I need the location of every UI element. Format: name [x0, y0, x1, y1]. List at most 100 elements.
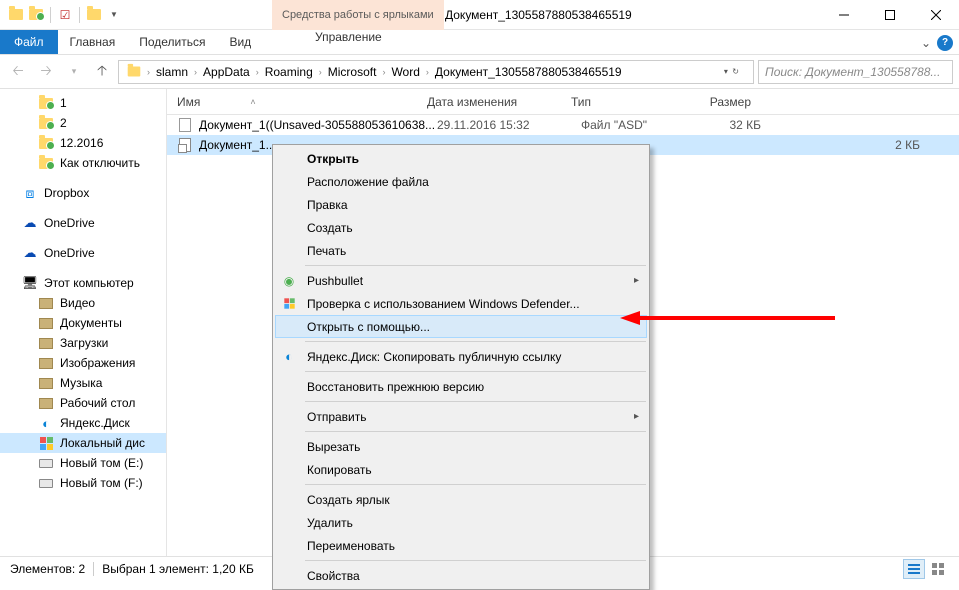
window-title: Документ_1305587880538465519 [445, 0, 632, 30]
sidebar-item[interactable]: 2 [0, 113, 166, 133]
sidebar-item-yadisk[interactable]: ◐Яндекс.Диск [0, 413, 166, 433]
menu-label: Переименовать [307, 539, 395, 553]
breadcrumb-segment[interactable]: Word [387, 65, 423, 79]
submenu-arrow-icon: ▸ [634, 411, 639, 422]
menu-item-delete[interactable]: Удалить [275, 511, 647, 534]
sidebar-label: Яндекс.Диск [60, 416, 130, 430]
menu-item-pushbullet[interactable]: ◉Pushbullet▸ [275, 269, 647, 292]
menu-label: Расположение файла [307, 175, 429, 189]
column-name[interactable]: Имя˄ [177, 95, 427, 109]
menu-item-yadisk[interactable]: ◐ Яндекс.Диск: Скопировать публичную ссыл… [275, 345, 647, 368]
sidebar-item-local-disk[interactable]: Локальный дис [0, 433, 166, 453]
breadcrumb-segment[interactable]: Документ_1305587880538465519 [431, 65, 626, 79]
back-button[interactable]: 🡠 [6, 60, 30, 84]
menu-item-copy[interactable]: Копировать [275, 458, 647, 481]
menu-label: Открыть с помощью... [307, 320, 430, 334]
tab-view[interactable]: Вид [217, 30, 263, 54]
menu-item-open[interactable]: Открыть [275, 147, 647, 170]
refresh-icon[interactable]: ▾ ↻ [718, 67, 745, 76]
sidebar-item[interactable]: 1 [0, 93, 166, 113]
maximize-button[interactable] [867, 0, 913, 30]
search-input[interactable]: Поиск: Документ_130558788... [758, 60, 953, 84]
chevron-right-icon[interactable]: › [145, 67, 152, 77]
breadcrumb-segment[interactable]: slamn [152, 65, 192, 79]
sidebar-label: OneDrive [44, 216, 95, 230]
sidebar-label: Загрузки [60, 336, 108, 350]
help-icon[interactable]: ? [937, 35, 953, 51]
breadcrumb-segment[interactable]: Roaming [261, 65, 317, 79]
library-icon [38, 335, 54, 351]
minimize-button[interactable] [821, 0, 867, 30]
up-button[interactable]: 🡡 [90, 60, 114, 84]
tab-share[interactable]: Поделиться [127, 30, 217, 54]
windows-icon [38, 435, 54, 451]
menu-item-print[interactable]: Печать [275, 239, 647, 262]
menu-item-send-to[interactable]: Отправить▸ [275, 405, 647, 428]
menu-label: Открыть [307, 152, 359, 166]
menu-label: Яндекс.Диск: Скопировать публичную ссылк… [307, 350, 561, 364]
menu-label: Вырезать [307, 440, 360, 454]
large-icons-view-button[interactable] [927, 559, 949, 579]
sidebar-item[interactable]: Музыка [0, 373, 166, 393]
chevron-right-icon[interactable]: › [317, 67, 324, 77]
sidebar-item[interactable]: Как отключить [0, 153, 166, 173]
chevron-right-icon[interactable]: › [380, 67, 387, 77]
column-date[interactable]: Дата изменения [427, 95, 571, 109]
root-icon[interactable] [123, 66, 145, 77]
menu-item-properties[interactable]: Свойства [275, 564, 647, 587]
breadcrumb-segment[interactable]: AppData [199, 65, 254, 79]
menu-item-rename[interactable]: Переименовать [275, 534, 647, 557]
menu-label: Печать [307, 244, 346, 258]
close-button[interactable] [913, 0, 959, 30]
sidebar-item-drive[interactable]: Новый том (E:) [0, 453, 166, 473]
forward-button[interactable]: 🡢 [34, 60, 58, 84]
file-icon [177, 117, 193, 133]
column-type[interactable]: Тип [571, 95, 681, 109]
sidebar-item-thispc[interactable]: 🖥Этот компьютер [0, 273, 166, 293]
menu-item-new[interactable]: Создать [275, 216, 647, 239]
recent-locations-icon[interactable]: ▾ [62, 60, 86, 84]
sidebar-label: 2 [60, 116, 67, 130]
sidebar-item-onedrive[interactable]: ☁OneDrive [0, 243, 166, 263]
file-size: 2 КБ [889, 138, 959, 152]
tab-manage[interactable]: Управление [303, 30, 394, 44]
menu-item-create-shortcut[interactable]: Создать ярлык [275, 488, 647, 511]
sidebar-item[interactable]: Изображения [0, 353, 166, 373]
menu-item-restore-version[interactable]: Восстановить прежнюю версию [275, 375, 647, 398]
menu-item-edit[interactable]: Правка [275, 193, 647, 216]
collapse-ribbon-icon[interactable]: ⌄ [921, 36, 931, 50]
menu-item-defender[interactable]: Проверка с использованием Windows Defend… [275, 292, 647, 315]
breadcrumb-segment[interactable]: Microsoft [324, 65, 381, 79]
yandex-disk-icon: ◐ [281, 349, 297, 365]
sidebar-item-dropbox[interactable]: ⧈Dropbox [0, 183, 166, 203]
tab-home[interactable]: Главная [58, 30, 128, 54]
dropdown-icon[interactable]: ▼ [106, 7, 122, 23]
properties-icon[interactable]: ☑ [57, 7, 73, 23]
navigation-pane[interactable]: 1 2 12.2016 Как отключить ⧈Dropbox ☁OneD… [0, 89, 167, 556]
menu-item-open-with[interactable]: Открыть с помощью... [275, 315, 647, 338]
file-row[interactable]: Документ_1((Unsaved-305588053610638... 2… [167, 115, 959, 135]
sidebar-label: Новый том (E:) [60, 456, 143, 470]
sidebar-label: Рабочий стол [60, 396, 135, 410]
sidebar-item-drive[interactable]: Новый том (F:) [0, 473, 166, 493]
chevron-right-icon[interactable]: › [192, 67, 199, 77]
file-size: 32 КБ [691, 118, 761, 132]
menu-item-cut[interactable]: Вырезать [275, 435, 647, 458]
ribbon-tabs: Файл Главная Поделиться Вид Управление ⌄… [0, 30, 959, 55]
sidebar-item[interactable]: Рабочий стол [0, 393, 166, 413]
context-menu: Открыть Расположение файла Правка Создат… [272, 144, 650, 590]
column-headers[interactable]: Имя˄ Дата изменения Тип Размер [167, 89, 959, 115]
file-tab[interactable]: Файл [0, 30, 58, 54]
menu-item-file-location[interactable]: Расположение файла [275, 170, 647, 193]
sidebar-item[interactable]: 12.2016 [0, 133, 166, 153]
details-view-button[interactable] [903, 559, 925, 579]
chevron-right-icon[interactable]: › [254, 67, 261, 77]
sidebar-item-onedrive[interactable]: ☁OneDrive [0, 213, 166, 233]
column-size[interactable]: Размер [681, 95, 751, 109]
sidebar-item[interactable]: Загрузки [0, 333, 166, 353]
sidebar-item[interactable]: Видео [0, 293, 166, 313]
sidebar-item[interactable]: Документы [0, 313, 166, 333]
submenu-arrow-icon: ▸ [634, 275, 639, 286]
chevron-right-icon[interactable]: › [424, 67, 431, 77]
address-bar[interactable]: › slamn› AppData› Roaming› Microsoft› Wo… [118, 60, 754, 84]
